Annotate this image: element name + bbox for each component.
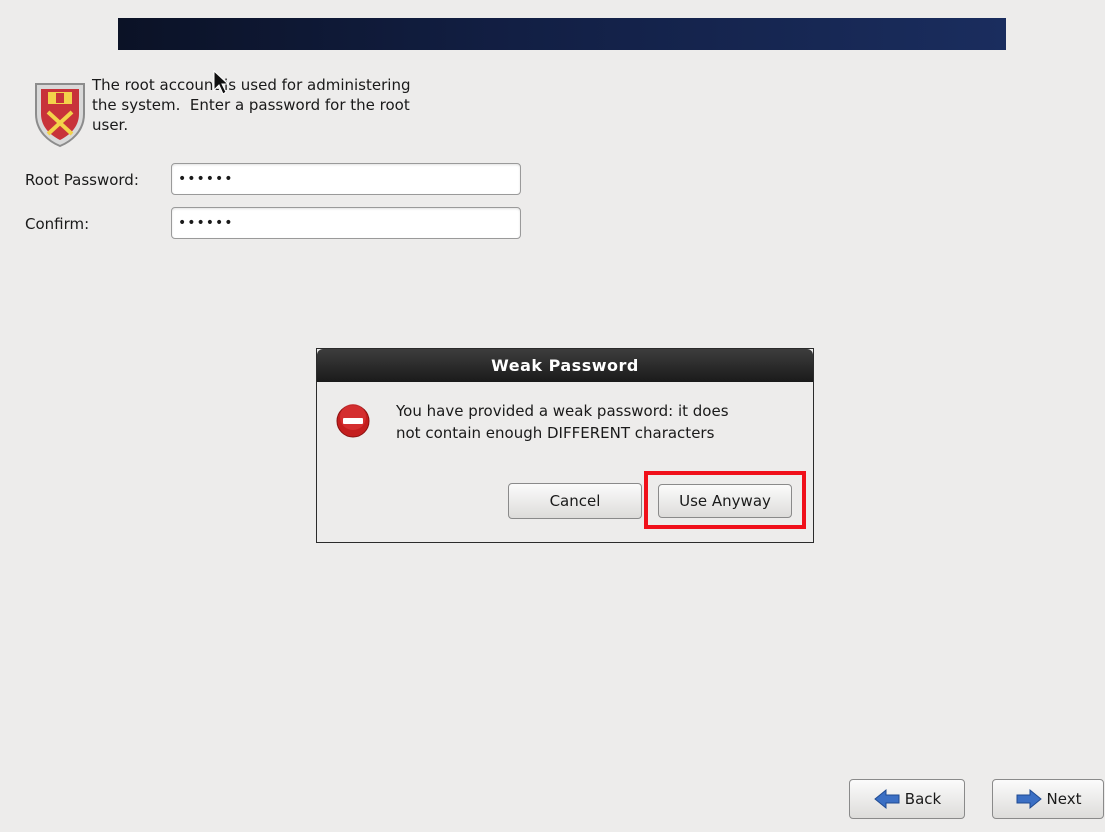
intro-text: The root account is used for administeri…	[92, 75, 492, 135]
intro-line-1: The root account is used for administeri…	[92, 76, 411, 94]
weak-password-dialog: Weak Password You have provided a weak p…	[316, 348, 814, 543]
root-password-label: Root Password:	[25, 171, 139, 189]
intro-line-3: user.	[92, 116, 129, 134]
next-label: Next	[1046, 790, 1082, 808]
confirm-password-value: ••••••	[178, 215, 234, 231]
confirm-label: Confirm:	[25, 215, 90, 233]
confirm-password-input[interactable]: ••••••	[171, 207, 521, 239]
intro-line-2: the system. Enter a password for the roo…	[92, 96, 410, 114]
root-password-input[interactable]: ••••••	[171, 163, 521, 195]
dialog-title: Weak Password	[317, 349, 813, 382]
header-banner	[118, 18, 1006, 50]
use-anyway-button[interactable]: Use Anyway	[658, 484, 792, 518]
root-password-value: ••••••	[178, 171, 234, 187]
arrow-right-icon	[1016, 788, 1042, 810]
error-icon	[336, 404, 370, 438]
mouse-cursor-icon	[213, 70, 229, 95]
cancel-button[interactable]: Cancel	[508, 483, 642, 519]
back-button[interactable]: Back	[849, 779, 965, 819]
arrow-left-icon	[873, 788, 900, 810]
dialog-message-line-2: not contain enough DIFFERENT characters	[396, 424, 715, 442]
next-button[interactable]: Next	[992, 779, 1104, 819]
back-label: Back	[904, 790, 942, 808]
dialog-message: You have provided a weak password: it do…	[396, 400, 796, 444]
root-shield-icon	[35, 83, 85, 148]
dialog-message-line-1: You have provided a weak password: it do…	[396, 402, 729, 420]
